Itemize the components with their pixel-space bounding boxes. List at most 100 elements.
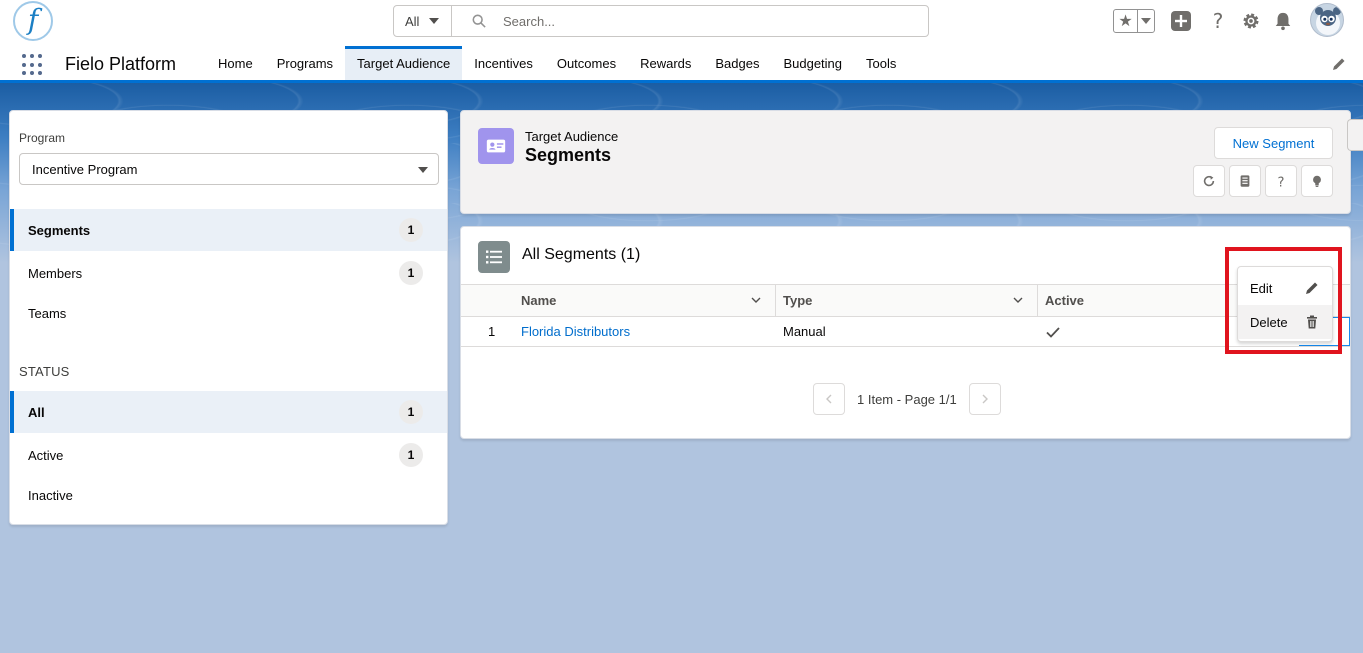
svg-text:?: ? xyxy=(1213,10,1224,32)
list-icon xyxy=(478,241,510,273)
table-row: 1 Florida Distributors Manual xyxy=(461,317,1350,347)
chevron-right-icon xyxy=(982,394,988,404)
sidebar-item-label: Active xyxy=(28,447,64,463)
segment-type-cell: Manual xyxy=(783,324,826,339)
list-title: All Segments (1) xyxy=(522,246,641,263)
help-button[interactable]: ? xyxy=(1265,165,1297,197)
new-segment-button[interactable]: New Segment xyxy=(1214,127,1333,159)
nav-tab-programs[interactable]: Programs xyxy=(265,46,345,80)
row-number: 1 xyxy=(488,324,496,339)
notifications-button[interactable] xyxy=(1272,10,1294,32)
column-header-active[interactable]: Active xyxy=(1037,285,1237,316)
tips-button[interactable] xyxy=(1301,165,1333,197)
count-badge: 1 xyxy=(399,443,423,467)
table-header: Name Type Active xyxy=(461,284,1350,317)
search-field xyxy=(452,6,928,36)
checkmark-icon xyxy=(1046,326,1060,338)
chevron-left-icon xyxy=(826,394,832,404)
search-scope-dropdown[interactable]: All xyxy=(394,6,452,36)
app-logo[interactable]: f xyxy=(13,1,53,41)
edit-nav-icon[interactable] xyxy=(1331,56,1347,72)
search-icon xyxy=(472,14,486,28)
chevron-down-icon xyxy=(1141,18,1151,24)
nav-tab-budgeting[interactable]: Budgeting xyxy=(771,46,854,80)
count-badge: 1 xyxy=(399,261,423,285)
sidebar-item-label: Teams xyxy=(28,305,67,321)
header-icon-buttons: ? xyxy=(1193,165,1333,197)
chevron-down-icon[interactable] xyxy=(751,295,761,305)
count-badge: 1 xyxy=(399,218,423,242)
help-icon: ? xyxy=(1213,10,1224,32)
nav-tab-badges[interactable]: Badges xyxy=(703,46,771,80)
app-launcher-icon[interactable] xyxy=(22,54,44,76)
refresh-icon xyxy=(1203,175,1215,187)
sidebar-item-teams[interactable]: Teams xyxy=(10,292,447,334)
help-icon: ? xyxy=(1278,175,1285,188)
nav-tab-tools[interactable]: Tools xyxy=(854,46,908,80)
bell-icon xyxy=(1275,12,1291,31)
sidebar-item-status-all[interactable]: All 1 xyxy=(10,391,447,433)
refresh-button[interactable] xyxy=(1193,165,1225,197)
notebook-icon xyxy=(1240,175,1250,187)
segment-name-cell: Florida Distributors xyxy=(521,317,630,346)
previous-page-button[interactable] xyxy=(813,383,845,415)
column-header-label: Type xyxy=(783,293,813,308)
column-header-type[interactable]: Type xyxy=(775,285,1037,316)
setup-button[interactable] xyxy=(1240,10,1262,32)
column-header-label: Name xyxy=(521,293,557,308)
user-avatar[interactable] xyxy=(1310,3,1344,37)
sidebar-item-status-active[interactable]: Active 1 xyxy=(10,434,447,476)
astro-avatar-icon xyxy=(1315,7,1341,35)
page-title: Segments xyxy=(525,145,612,165)
chevron-down-icon xyxy=(429,18,440,24)
sidebar-item-segments[interactable]: Segments 1 xyxy=(10,209,447,251)
nav-tab-outcomes[interactable]: Outcomes xyxy=(545,46,628,80)
program-label: Program xyxy=(19,131,66,145)
pagination: 1 Item - Page 1/1 xyxy=(813,383,1001,415)
highlight-box xyxy=(1225,247,1342,354)
status-heading: STATUS xyxy=(19,364,70,379)
gear-icon xyxy=(1243,13,1259,29)
segment-name-link[interactable]: Florida Distributors xyxy=(521,324,630,339)
favorites-button[interactable]: ★ xyxy=(1113,9,1155,33)
sidebar-item-label: Inactive xyxy=(28,487,73,503)
next-page-button[interactable] xyxy=(968,383,1001,415)
program-select[interactable]: Incentive Program xyxy=(19,153,439,185)
chevron-down-icon[interactable] xyxy=(1013,295,1023,305)
logo-letter: f xyxy=(27,2,39,36)
global-header: f All ★ ? xyxy=(0,0,1363,46)
global-actions-button[interactable] xyxy=(1170,10,1192,32)
filter-panel: Program Incentive Program Segments 1 Mem… xyxy=(9,110,448,525)
sidebar-item-label: Members xyxy=(28,265,83,281)
lightbulb-icon xyxy=(1313,175,1321,187)
side-panel-toggle[interactable] xyxy=(1347,119,1363,151)
sidebar-item-status-inactive[interactable]: Inactive xyxy=(10,474,447,516)
column-header-name[interactable]: Name xyxy=(513,285,775,316)
search-scope-label: All xyxy=(405,13,420,29)
pagination-info: 1 Item - Page 1/1 xyxy=(857,391,957,407)
nav-tab-target-audience[interactable]: Target Audience xyxy=(345,46,463,80)
add-icon xyxy=(1171,11,1191,31)
nav-tab-rewards[interactable]: Rewards xyxy=(628,46,703,80)
favorites-dropdown[interactable] xyxy=(1138,10,1154,32)
svg-text:?: ? xyxy=(1278,175,1285,188)
app-name: Fielo Platform xyxy=(65,54,177,74)
segment-active-cell xyxy=(1045,317,1061,346)
star-icon[interactable]: ★ xyxy=(1114,10,1138,32)
object-label: Target Audience xyxy=(525,129,619,144)
page-header: Target Audience Segments New Segment ? xyxy=(460,110,1351,214)
count-badge: 1 xyxy=(399,400,423,424)
search-input[interactable] xyxy=(503,13,883,29)
chevron-down-icon xyxy=(418,167,428,173)
sidebar-item-label: Segments xyxy=(28,222,91,238)
nav-tab-incentives[interactable]: Incentives xyxy=(462,46,545,80)
column-header-label: Active xyxy=(1045,293,1085,308)
program-select-value: Incentive Program xyxy=(32,161,138,177)
nav-tabs: Home Programs Target Audience Incentives… xyxy=(206,46,908,80)
notebook-button[interactable] xyxy=(1229,165,1261,197)
contact-card-icon xyxy=(478,128,514,164)
help-button[interactable]: ? xyxy=(1207,10,1229,32)
sidebar-item-members[interactable]: Members 1 xyxy=(10,252,447,294)
nav-tab-home[interactable]: Home xyxy=(206,46,265,80)
segments-list-card: All Segments (1) Name Type Active 1 Flor… xyxy=(460,226,1351,439)
